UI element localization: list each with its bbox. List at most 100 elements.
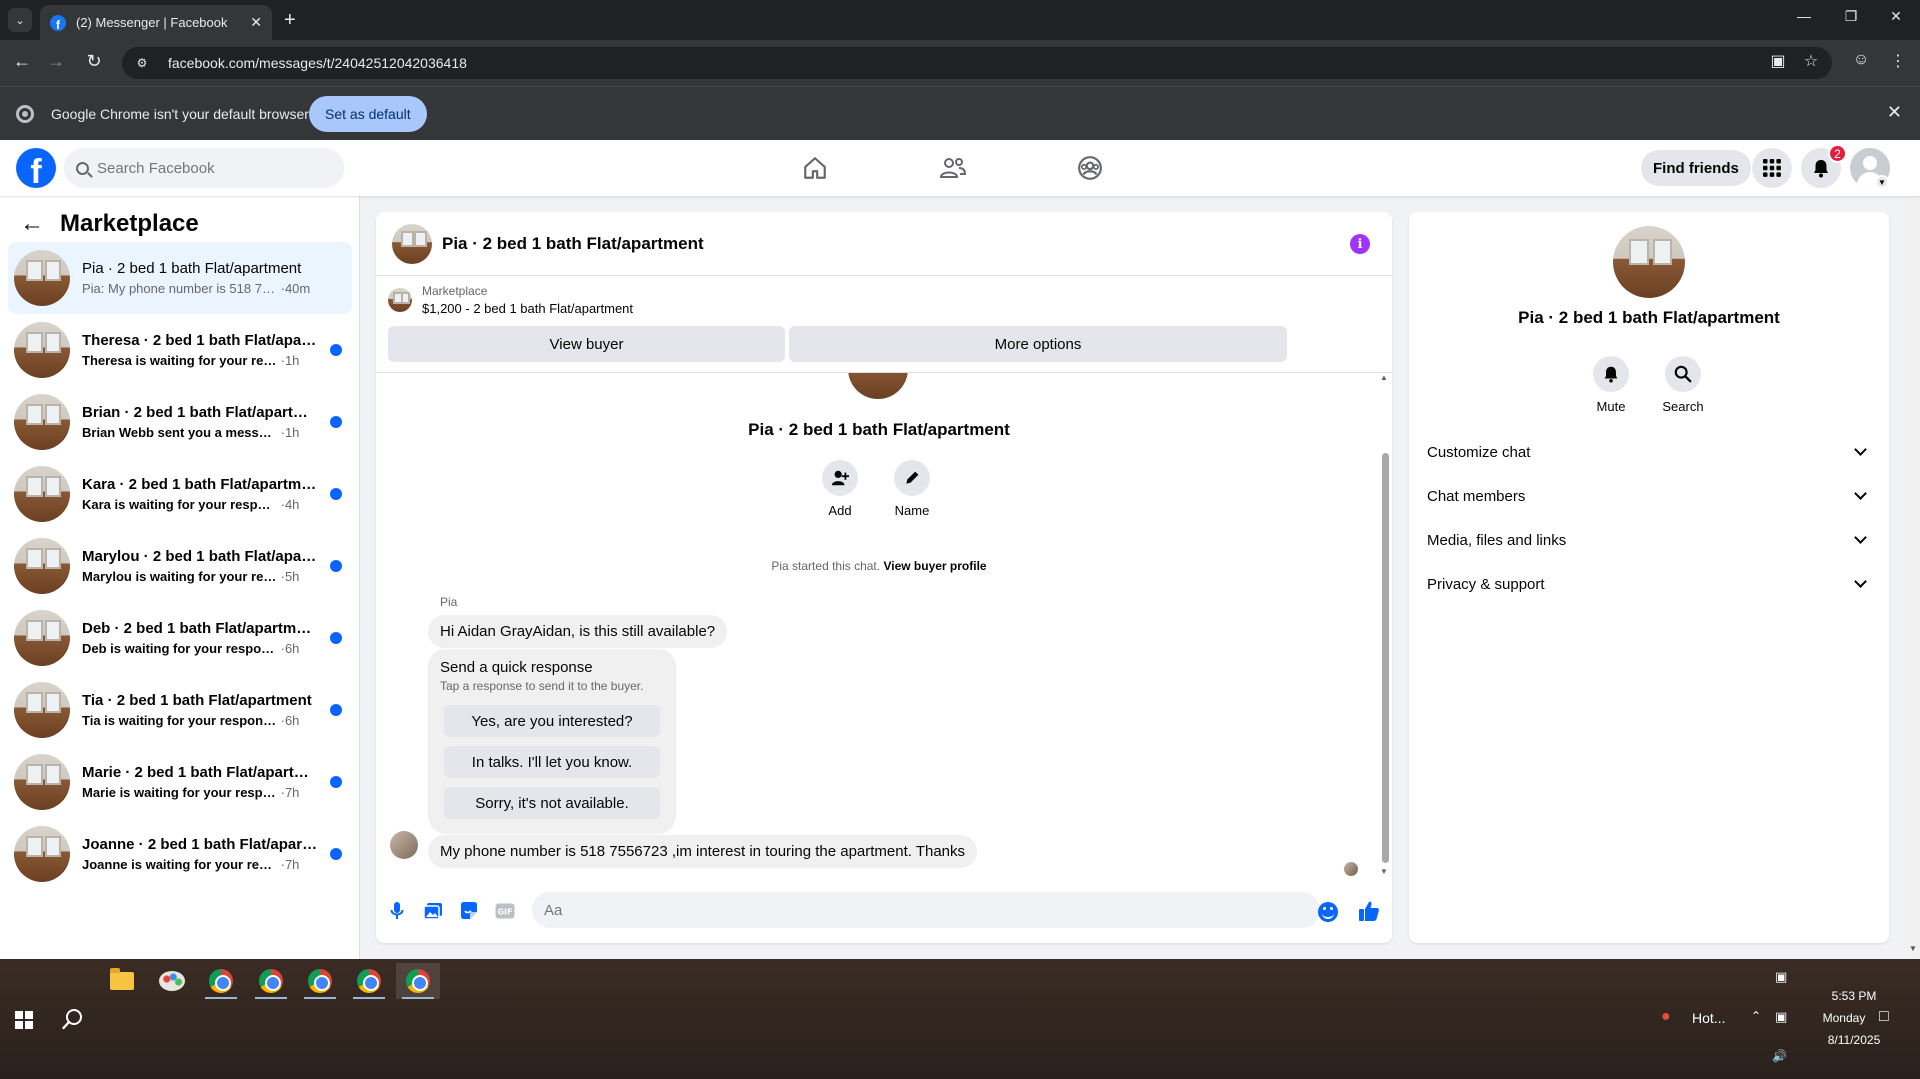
clock-time[interactable]: 5:53 PM [1814, 989, 1894, 1003]
find-friends-button[interactable]: Find friends [1641, 150, 1751, 186]
clock-day[interactable]: Monday [1814, 1011, 1874, 1025]
menu-grid-button[interactable] [1752, 148, 1792, 188]
photo-icon[interactable] [422, 900, 444, 922]
quick-response-in-talks[interactable]: In talks. I'll let you know. [444, 746, 660, 778]
privacy-support-section[interactable]: Privacy & support [1417, 564, 1881, 604]
page-scrollbar[interactable]: ▲ ▼ [1905, 140, 1920, 959]
file-explorer-taskbar-button[interactable] [100, 963, 144, 999]
address-bar[interactable]: ⚙ facebook.com/messages/t/24042512042036… [122, 47, 1832, 79]
set-as-default-button[interactable]: Set as default [309, 96, 427, 132]
conversation-item[interactable]: Pia · 2 bed 1 bath Flat/apartment Pia: My… [8, 242, 352, 314]
facebook-search-input[interactable] [97, 159, 317, 177]
emoji-icon[interactable] [1318, 902, 1338, 922]
restore-icon[interactable]: ❐ [1836, 8, 1866, 25]
conversation-preview-row: Deb is waiting for your response. · 6h [82, 641, 318, 656]
tab-close-icon[interactable]: ✕ [250, 14, 262, 31]
facebook-header: f Find friends 2 ▼ [0, 140, 1920, 196]
new-tab-button[interactable]: + [284, 8, 296, 32]
notifications-button[interactable]: 2 [1801, 144, 1847, 188]
listing-avatar[interactable] [1613, 226, 1685, 298]
search-icon[interactable] [62, 1008, 84, 1030]
minimize-icon[interactable]: — [1789, 8, 1819, 24]
scroll-up-icon[interactable]: ▲ [1380, 373, 1388, 382]
network-icon[interactable]: ▣ [1775, 1009, 1787, 1025]
nav-groups[interactable] [1034, 140, 1146, 196]
microphone-icon[interactable] [386, 900, 408, 922]
marketplace-listing-bar[interactable]: Marketplace $1,200 - 2 bed 1 bath Flat/a… [388, 284, 633, 316]
chevron-down-icon[interactable]: ▼ [1875, 175, 1889, 189]
site-info-icon[interactable]: ⚙ [134, 55, 150, 71]
conversation-time: 1h [284, 353, 300, 368]
weather-text[interactable]: Hot... [1692, 1010, 1725, 1026]
install-app-icon[interactable]: ▣ [1766, 51, 1790, 71]
forward-arrow-icon[interactable]: → [44, 51, 68, 72]
nav-friends[interactable] [897, 140, 1009, 196]
profile-icon[interactable]: ☺ [1849, 51, 1873, 69]
window-close-icon[interactable]: ✕ [1881, 8, 1911, 25]
add-action[interactable]: Add [810, 460, 870, 518]
conversation-item[interactable]: Deb · 2 bed 1 bath Flat/apartment Deb is … [8, 602, 352, 674]
more-options-button[interactable]: More options [789, 326, 1287, 362]
conversation-name: Kara · 2 bed 1 bath Flat/apartment [82, 476, 318, 493]
chat-scrollbar[interactable]: ▲ ▼ [1379, 373, 1391, 878]
conversation-item[interactable]: Marie · 2 bed 1 bath Flat/apartm... Marie… [8, 746, 352, 818]
scroll-down-icon[interactable]: ▼ [1380, 867, 1388, 876]
notification-center-icon[interactable]: □ [1879, 1008, 1889, 1026]
sticker-icon[interactable] [458, 900, 480, 922]
chrome-taskbar-button-3[interactable] [298, 963, 342, 999]
mute-action[interactable]: Mute [1581, 356, 1641, 414]
chrome-icon [209, 969, 233, 993]
clock-date[interactable]: 8/11/2025 [1814, 1033, 1894, 1047]
conversation-item[interactable]: Kara · 2 bed 1 bath Flat/apartment Kara i… [8, 458, 352, 530]
search-action[interactable]: Search [1653, 356, 1713, 414]
back-arrow-icon[interactable]: ← [20, 210, 44, 238]
tray-chevron-up-icon[interactable]: ⌃ [1751, 1009, 1761, 1023]
chat-members-section[interactable]: Chat members [1417, 476, 1881, 516]
sender-avatar[interactable] [390, 831, 418, 859]
info-icon[interactable]: i [1350, 234, 1370, 254]
facebook-logo-icon[interactable]: f [16, 148, 56, 188]
paint-taskbar-button[interactable] [150, 963, 194, 999]
chrome-taskbar-button-4[interactable] [347, 963, 391, 999]
listing-summary: $1,200 - 2 bed 1 bath Flat/apartment [422, 301, 634, 316]
chat-scrollbar-thumb[interactable] [1382, 453, 1389, 863]
scroll-down-icon[interactable]: ▼ [1909, 944, 1917, 953]
view-buyer-profile-link[interactable]: View buyer profile [883, 559, 986, 573]
chat-title[interactable]: Pia · 2 bed 1 bath Flat/apartment [442, 234, 704, 254]
infobar-close-icon[interactable]: ✕ [1887, 102, 1902, 123]
name-action[interactable]: Name [882, 460, 942, 518]
thumbs-up-icon[interactable] [1358, 900, 1380, 922]
quick-response-not-available[interactable]: Sorry, it's not available. [444, 787, 660, 819]
media-files-links-section[interactable]: Media, files and links [1417, 520, 1881, 560]
message-input[interactable] [532, 892, 1320, 928]
groups-icon [1078, 156, 1102, 180]
customize-chat-section[interactable]: Customize chat [1417, 432, 1881, 472]
chat-avatar[interactable] [392, 223, 432, 264]
conversation-preview: Joanne is waiting for your response. [82, 857, 277, 872]
conversation-item[interactable]: Marylou · 2 bed 1 bath Flat/apart... Mary… [8, 530, 352, 602]
nav-home[interactable] [759, 140, 871, 196]
conversation-time: 5h [284, 569, 300, 584]
windows-start-icon[interactable] [15, 1011, 33, 1029]
quick-response-yes[interactable]: Yes, are you interested? [444, 705, 660, 737]
browser-tab-messenger[interactable]: f (2) Messenger | Facebook ✕ [40, 5, 272, 40]
view-buyer-button[interactable]: View buyer [388, 326, 785, 362]
conversation-avatar [14, 322, 70, 378]
tab-search-chevron-icon[interactable]: ⌄ [8, 8, 32, 32]
volume-icon[interactable]: 🔊 [1772, 1049, 1787, 1063]
back-arrow-icon[interactable]: ← [10, 51, 34, 72]
facebook-search[interactable] [64, 148, 344, 188]
conversation-item[interactable]: Brian · 2 bed 1 bath Flat/apartme... Bria… [8, 386, 352, 458]
chrome-taskbar-button-2[interactable] [249, 963, 293, 999]
chrome-taskbar-button-1[interactable] [199, 963, 243, 999]
conversation-item[interactable]: Joanne · 2 bed 1 bath Flat/apart... Joann… [8, 818, 352, 890]
bookmark-star-icon[interactable]: ☆ [1799, 51, 1823, 71]
gif-icon[interactable]: GIF [494, 900, 516, 922]
chrome-taskbar-button-5[interactable] [396, 963, 440, 999]
conversation-item[interactable]: Theresa · 2 bed 1 bath Flat/apart... Ther… [8, 314, 352, 386]
chrome-menu-icon[interactable]: ⋮ [1886, 51, 1910, 71]
reload-icon[interactable]: ↻ [82, 51, 106, 72]
task-view-icon[interactable]: ▣ [1775, 969, 1787, 985]
conversation-item[interactable]: Tia · 2 bed 1 bath Flat/apartment Tia is … [8, 674, 352, 746]
chrome-logo-icon [16, 105, 34, 123]
